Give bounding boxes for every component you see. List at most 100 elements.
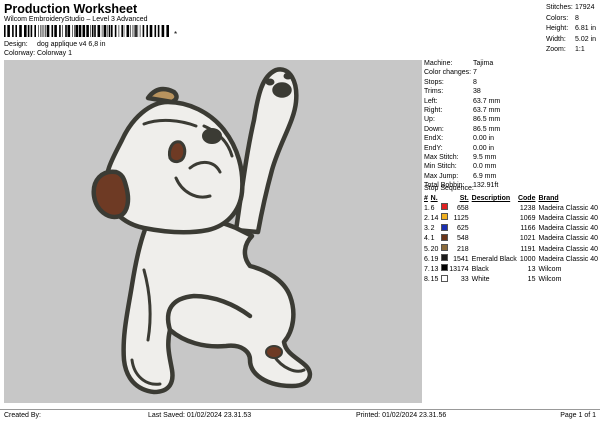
barcode-bar — [157, 25, 160, 37]
barcode-bar — [41, 25, 43, 37]
spec-value: 8 — [473, 78, 477, 86]
barcode-bar — [97, 25, 101, 37]
color-swatch — [440, 203, 448, 211]
needle-number: 15 — [430, 276, 439, 284]
spec-row: Max Jump: 6.9 mm — [424, 172, 599, 181]
barcode-bar — [161, 25, 165, 37]
stat-value: 17924 — [575, 4, 595, 11]
stop-number: 8. — [424, 276, 430, 284]
barcode-bar — [67, 25, 71, 37]
stitch-count: 548 — [456, 235, 469, 243]
color-swatch — [440, 264, 448, 272]
table-row: 4. 1 548 1021 Madeira Classic 40 — [424, 233, 598, 244]
barcode-bar — [45, 25, 46, 37]
thread-brand: Wilcom — [538, 265, 562, 273]
thread-description — [469, 224, 517, 234]
spec-value: 0.00 in — [473, 144, 495, 152]
spec-row: Down: 86.5 mm — [424, 125, 599, 134]
spec-label: EndY: — [424, 144, 443, 152]
thread-description — [469, 213, 517, 223]
needle-number: 2 — [430, 225, 435, 233]
barcode-bar — [114, 25, 117, 37]
thread-brand: Madeira Classic 40 — [538, 204, 598, 212]
barcode-bar — [59, 25, 61, 37]
spec-value: 38 — [473, 88, 481, 96]
color-swatch — [440, 233, 448, 241]
barcode-bar — [4, 25, 6, 37]
col-header: St. — [459, 195, 469, 202]
needle-number: 19 — [430, 255, 439, 263]
col-header: N. — [430, 195, 438, 202]
barcode-bar — [19, 25, 22, 37]
spec-value: 6.9 mm — [473, 172, 497, 180]
stitch-count: 1541 — [453, 255, 469, 263]
stat-label: Width: — [546, 35, 566, 43]
table-row: 1. 6 658 1238 Madeira Classic 40 — [424, 203, 598, 213]
barcode-bar — [24, 25, 27, 37]
needle-number: 1 — [430, 235, 435, 243]
barcode-bar — [91, 25, 94, 37]
thread-brand: Madeira Classic 40 — [538, 214, 598, 222]
barcode-bar — [118, 25, 120, 37]
stop-sequence-title: Stop Sequence: — [424, 185, 474, 192]
stat-label: Height: — [546, 25, 569, 32]
color-swatch-cell — [440, 213, 449, 223]
spec-label: Down: — [424, 125, 444, 133]
software-subtitle: Wilcom EmbroideryStudio – Level 3 Advanc… — [4, 16, 148, 23]
needle-number: 20 — [430, 245, 439, 253]
color-swatch — [440, 254, 448, 262]
col-header: # — [424, 195, 428, 202]
spec-row: Up: 86.5 mm — [424, 115, 599, 124]
spec-label: Stops: — [424, 78, 444, 86]
thread-description: Black — [471, 265, 489, 273]
barcode-bar — [126, 25, 130, 37]
stat-row: Colors: 8 — [546, 14, 596, 25]
design-value: dog applique v4 6,8 in — [37, 41, 106, 48]
barcode-bar — [130, 25, 131, 37]
spec-label: Max Jump: — [424, 172, 459, 180]
thread-brand: Madeira Classic 40 — [538, 245, 598, 253]
barcode-bar — [139, 25, 141, 37]
design-preview — [4, 60, 422, 403]
barcode-bar — [46, 25, 50, 37]
barcode-bar — [82, 25, 86, 37]
stat-label: Stitches: — [546, 4, 573, 11]
barcode-bar — [133, 25, 135, 37]
barcode-bar — [103, 25, 107, 37]
spec-value: 0.00 in — [473, 135, 495, 143]
barcode-bar — [65, 25, 67, 37]
thread-code: 1069 — [519, 214, 536, 222]
spec-row: Max Stitch: 9.5 mm — [424, 153, 599, 162]
barcode-bar — [137, 25, 139, 37]
thread-code: 1238 — [519, 204, 536, 212]
barcode-bar — [166, 25, 169, 37]
stat-label: Colors: — [546, 14, 569, 22]
table-row: 8. 15 33 White 15 Wilcom — [424, 274, 598, 285]
spec-label: Trims: — [424, 88, 444, 96]
spec-label: Up: — [424, 116, 435, 124]
barcode-bar — [154, 25, 157, 37]
thread-brand: Madeira Classic 40 — [538, 235, 598, 243]
color-swatch — [440, 213, 448, 221]
spec-value: 0.0 mm — [473, 163, 497, 171]
page-title: Production Worksheet — [4, 2, 138, 16]
stat-row: Zoom: 1:1 — [546, 45, 596, 56]
thread-brand: Wilcom — [538, 276, 562, 284]
barcode-bar — [86, 25, 89, 37]
color-swatch-cell — [440, 274, 449, 285]
stitch-count: 218 — [456, 245, 469, 253]
table-header-row: # N. St. Description Code Brand — [424, 194, 598, 203]
thread-code: 13 — [527, 265, 536, 273]
last-saved: Last Saved: 01/02/2024 23.31.53 — [148, 412, 252, 419]
barcode-bar — [74, 25, 75, 37]
stitch-count: 1125 — [453, 214, 469, 222]
barcode-bar — [7, 25, 10, 37]
table-row: 6. 19 1541 Emerald Black 1000 Madeira Classic… — [424, 254, 598, 264]
thread-code: 15 — [527, 276, 536, 284]
color-swatch-cell — [440, 254, 449, 264]
thread-code: 1191 — [520, 245, 536, 253]
stop-number: 1. — [424, 204, 430, 212]
spec-label: EndX: — [424, 135, 444, 143]
barcode-bar — [106, 25, 108, 37]
col-header: Brand — [538, 195, 559, 202]
